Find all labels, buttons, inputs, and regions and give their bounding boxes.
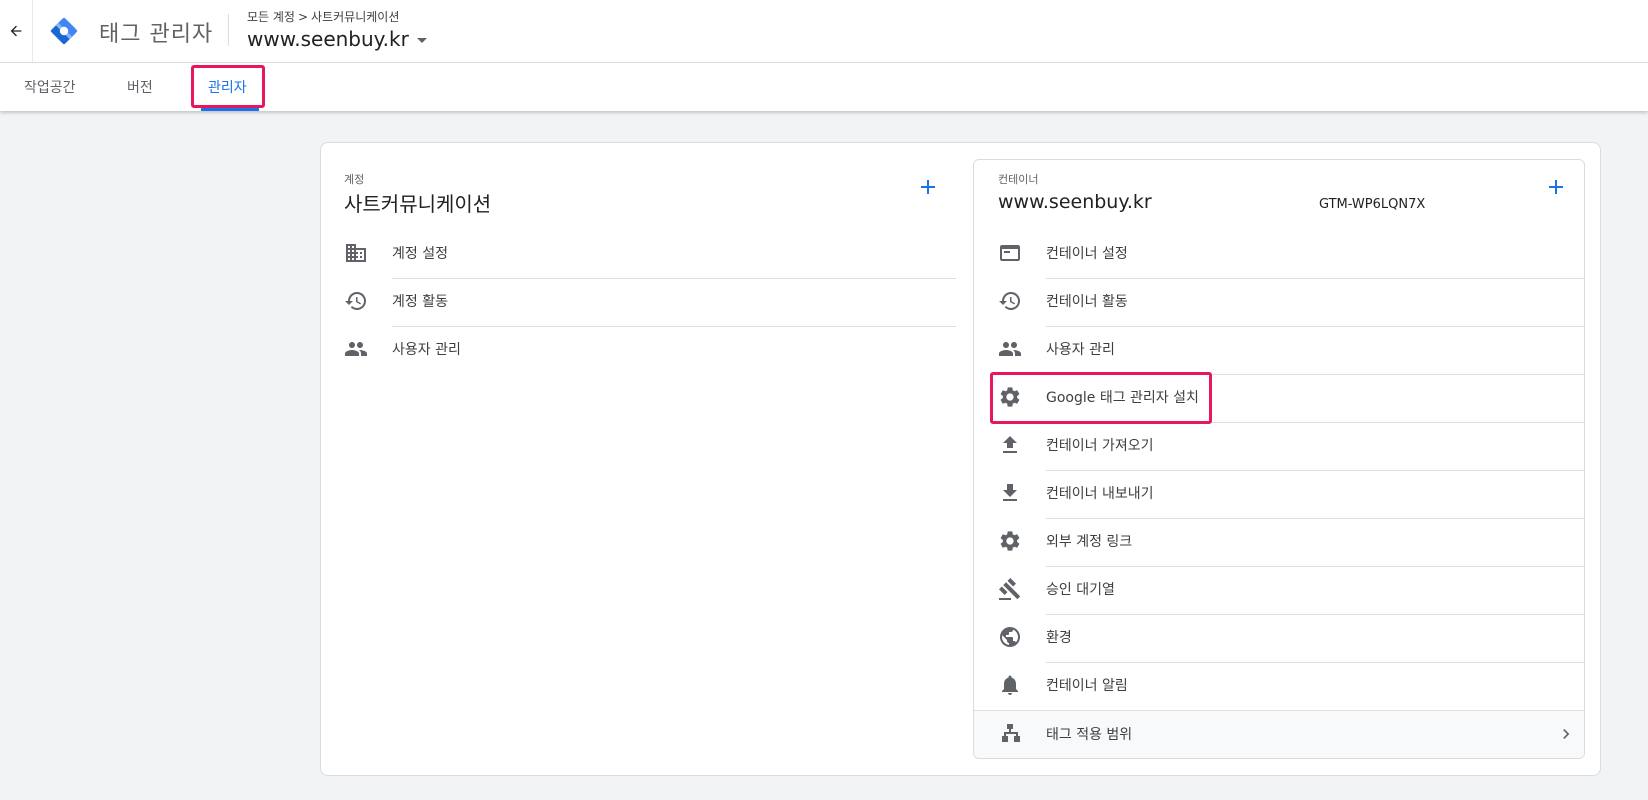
breadcrumb: 모든 계정 > 사트커뮤니케이션 [247,8,399,25]
menu-item-label: 외부 계정 링크 [1046,534,1133,550]
bell-icon [998,673,1022,697]
people-icon [998,337,1022,361]
menu-item-import-container[interactable]: 컨테이너 가져오기 [998,421,1584,469]
menu-item-container-activity[interactable]: 컨테이너 활동 [998,277,1584,325]
menu-item-account-activity[interactable]: 계정 활동 [344,277,956,325]
history-icon [344,289,368,313]
menu-item-label: 컨테이너 알림 [1046,678,1128,694]
menu-item-tag-coverage[interactable]: 태그 적용 범위 [998,710,1584,758]
breadcrumb-separator: > [297,9,309,24]
tab-versions[interactable]: 버전 [127,63,153,111]
menu-item-account-settings[interactable]: 계정 설정 [344,229,956,277]
menu-item-label: 사용자 관리 [392,342,461,358]
menu-item-environments[interactable]: 환경 [998,613,1584,661]
menu-item-label: 계정 활동 [392,294,448,310]
breadcrumb-account[interactable]: 사트커뮤니케이션 [311,8,399,25]
building-icon [344,241,368,265]
account-name: 사트커뮤니케이션 [344,192,492,216]
menu-item-label: 사용자 관리 [1046,342,1115,358]
globe-icon [998,625,1022,649]
menu-item-label: 환경 [1046,630,1072,646]
container-id: GTM-WP6LQN7X [1319,197,1426,212]
people-icon [344,337,368,361]
breadcrumb-all-accounts[interactable]: 모든 계정 [247,8,295,25]
title-divider [228,14,229,46]
menu-item-export-container[interactable]: 컨테이너 내보내기 [998,469,1584,517]
gear-icon [998,529,1022,553]
chevron-right-icon [1556,724,1576,744]
menu-item-container-settings[interactable]: 컨테이너 설정 [998,229,1584,277]
arrow-back-icon [8,23,24,39]
plus-icon [1547,178,1565,196]
menu-item-container-notifications[interactable]: 컨테이너 알림 [998,661,1584,709]
menu-item-container-user-management[interactable]: 사용자 관리 [998,325,1584,373]
dropdown-caret-icon [416,37,427,43]
menu-item-approval-queue[interactable]: 승인 대기열 [998,565,1584,613]
download-icon [998,481,1022,505]
container-selector[interactable]: www.seenbuy.kr [247,27,427,51]
menu-item-label: 승인 대기열 [1046,582,1115,598]
hierarchy-icon [998,722,1022,746]
top-bar: 태그 관리자 모든 계정 > 사트커뮤니케이션 www.seenbuy.kr [0,0,1648,63]
add-account-button[interactable] [914,173,942,201]
web-asset-icon [998,241,1022,265]
app-title: 태그 관리자 [99,22,214,47]
add-container-button[interactable] [1542,173,1570,201]
menu-item-label: 컨테이너 활동 [1046,294,1128,310]
back-button[interactable] [0,0,33,62]
plus-icon [919,178,937,196]
container-name: www.seenbuy.kr [998,191,1152,213]
highlight-box-admin-tab [191,65,265,108]
container-selector-label: www.seenbuy.kr [247,27,409,51]
upload-icon [998,433,1022,457]
menu-item-label: 계정 설정 [392,246,448,262]
tag-manager-logo-icon[interactable] [48,15,80,47]
menu-item-external-account-links[interactable]: 외부 계정 링크 [998,517,1584,565]
menu-item-label: 컨테이너 내보내기 [1046,486,1154,502]
gavel-icon [998,577,1022,601]
menu-item-label: 컨테이너 설정 [1046,246,1128,262]
menu-item-label: 컨테이너 가져오기 [1046,438,1154,454]
menu-item-label: 태그 적용 범위 [1046,727,1133,743]
history-icon [998,289,1022,313]
menu-item-account-user-management[interactable]: 사용자 관리 [344,325,956,373]
highlight-box-install-gtm [990,372,1212,424]
tab-workspace[interactable]: 작업공간 [24,63,76,111]
account-section-label: 계정 [344,173,365,186]
container-section-label: 컨테이너 [998,173,1039,186]
